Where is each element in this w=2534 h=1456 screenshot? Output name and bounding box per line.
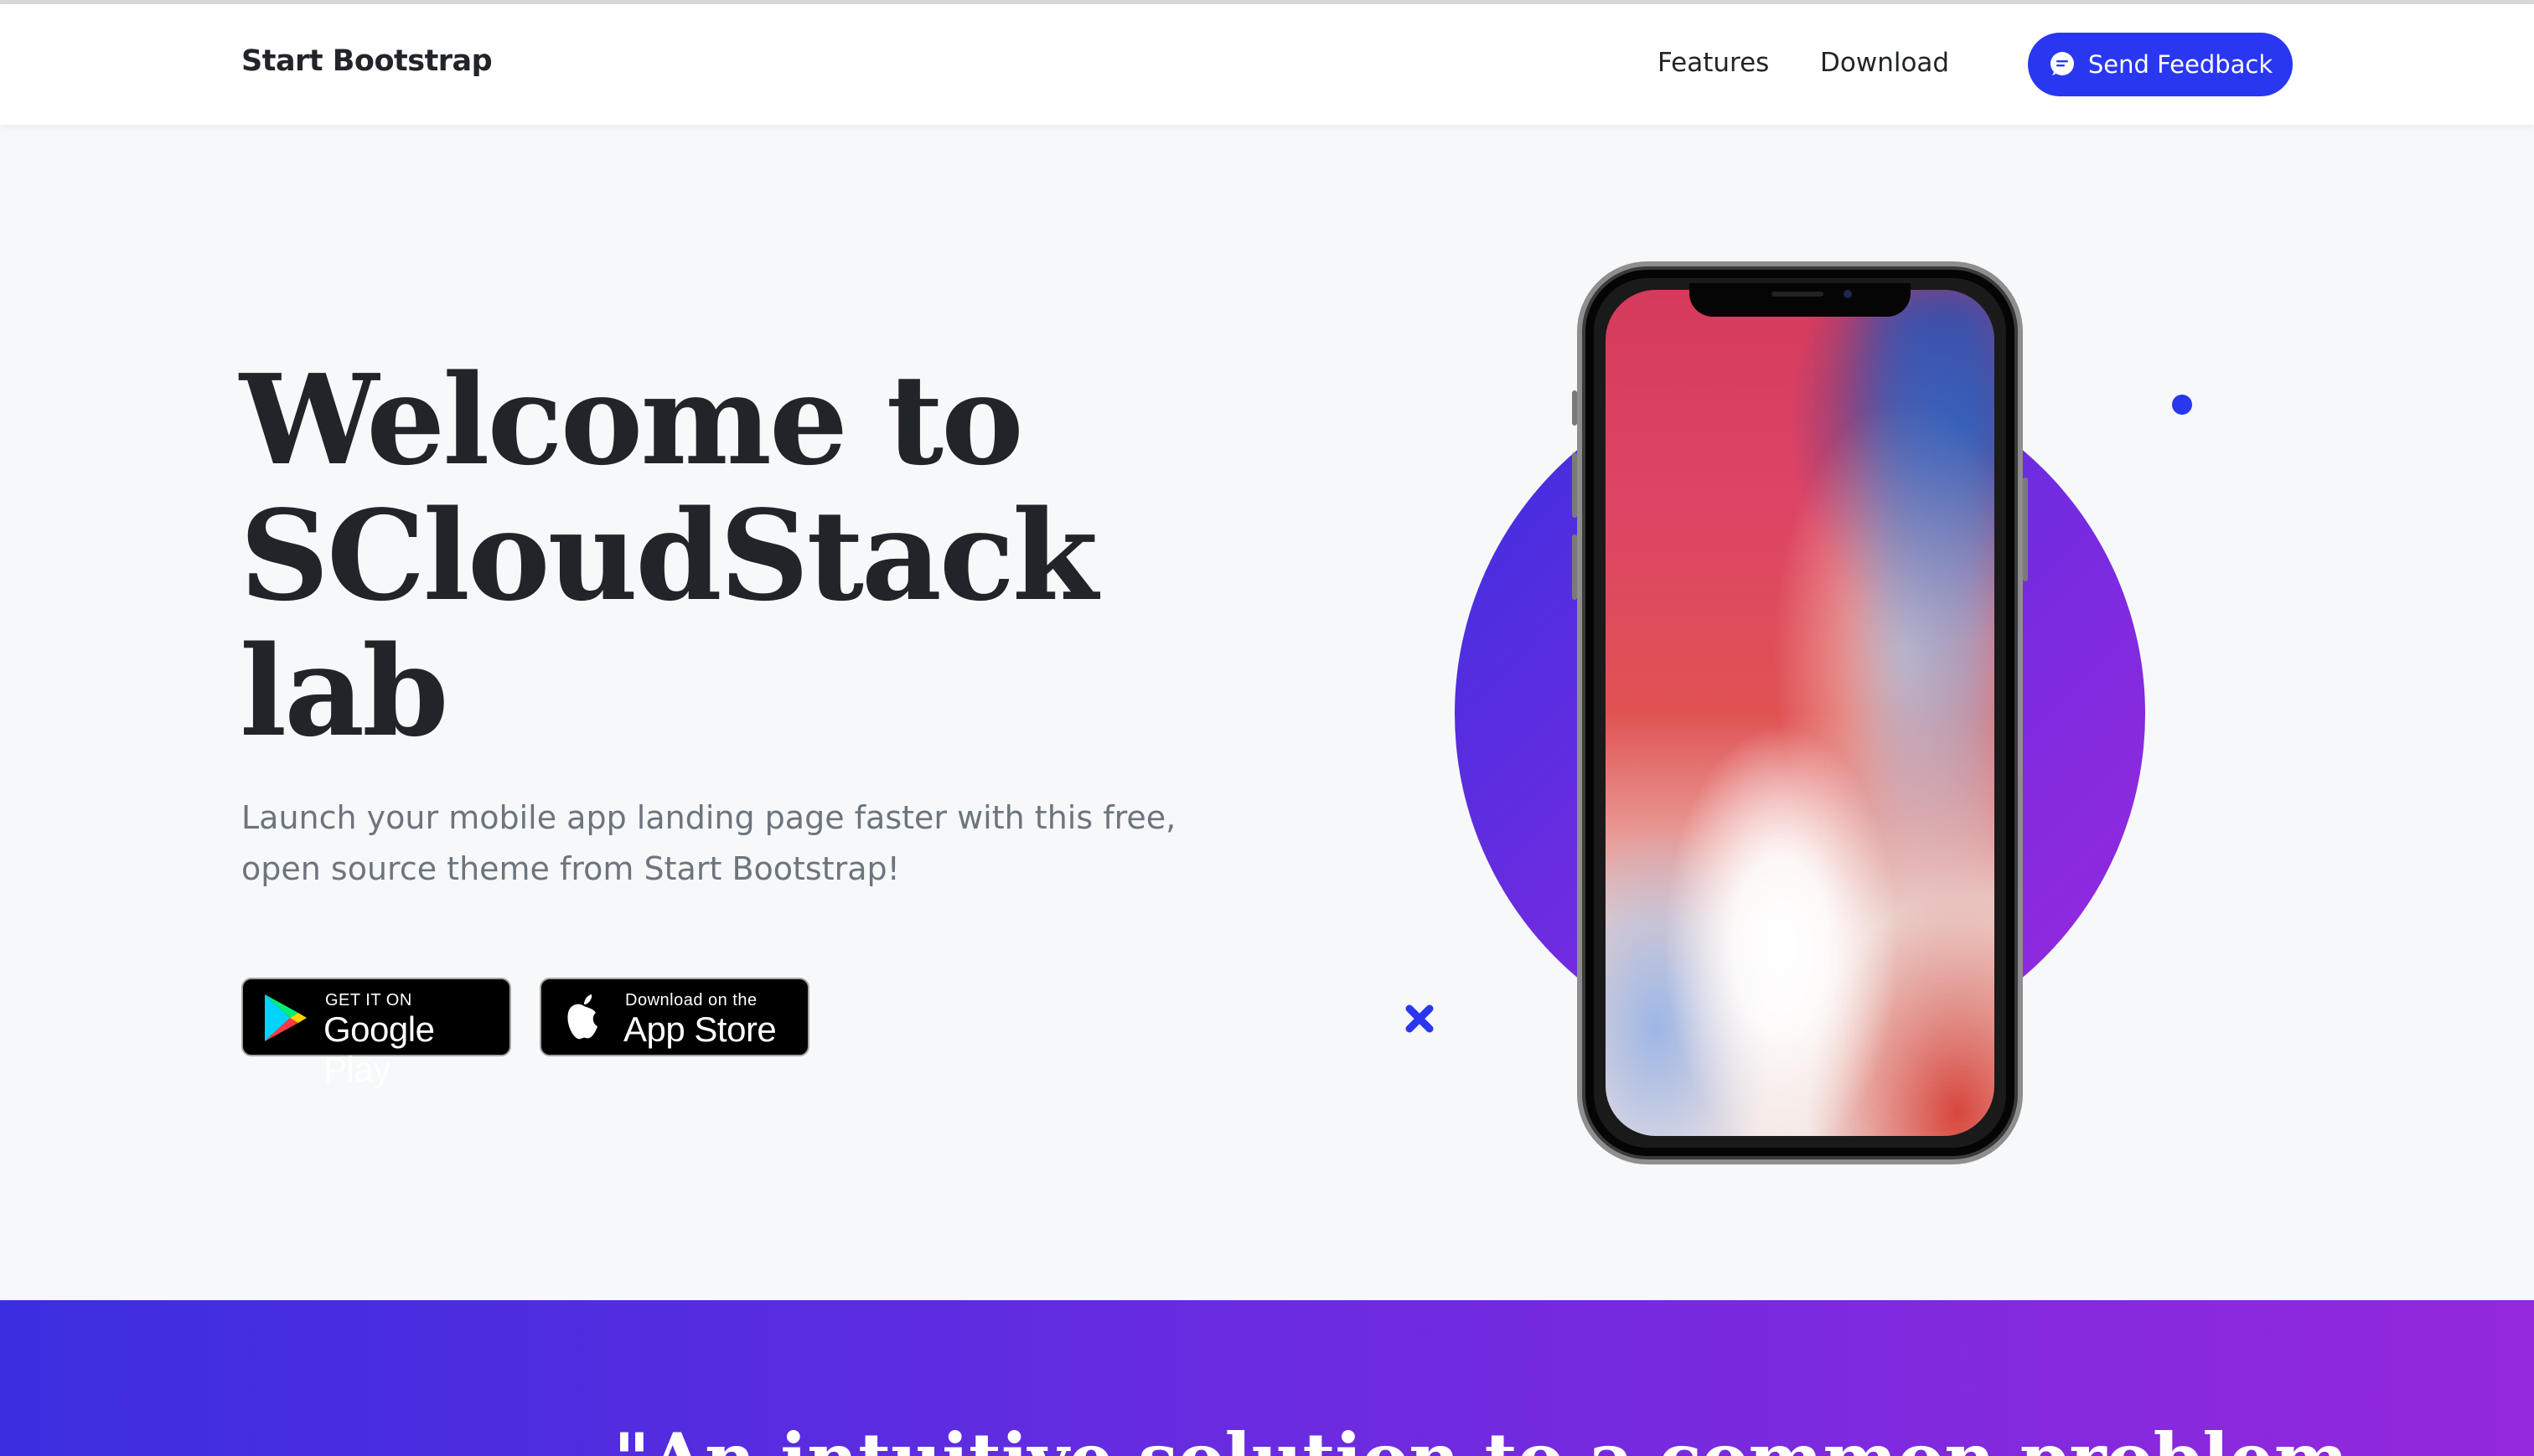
phone-side-button: [1572, 534, 1577, 600]
hero-title-line: SCloudStack: [240, 483, 1098, 628]
phone-mockup: [1572, 261, 2028, 1164]
nav-link-features[interactable]: Features: [1657, 48, 1769, 78]
apple-badge-big-text: App Store: [623, 1009, 777, 1049]
quote-text: "An intuitive solution to a common probl…: [613, 1417, 2349, 1456]
hero-lead-line: open source theme from Start Bootstrap!: [241, 850, 900, 887]
google-play-icon: [265, 994, 307, 1041]
hero-lead-text: Launch your mobile app landing page fast…: [241, 793, 1230, 895]
navbar: Start Bootstrap Features Download Send F…: [0, 4, 2534, 125]
google-play-badge[interactable]: GET IT ON Google Play: [241, 978, 511, 1089]
phone-speaker: [1771, 292, 1823, 297]
phone-side-button: [2023, 478, 2028, 581]
phone-screen-wallpaper: [1606, 290, 1994, 1136]
hero-title-line: Welcome to: [240, 347, 1024, 493]
chat-bubble-icon: [2050, 52, 2074, 75]
quote-section: "An intuitive solution to a common probl…: [0, 1300, 2534, 1456]
hero-lead-line: Launch your mobile app landing page fast…: [241, 799, 1176, 836]
app-store-badge[interactable]: Download on the App Store: [540, 978, 809, 1056]
phone-notch: [1689, 283, 1911, 317]
apple-badge-small-text: Download on the: [625, 991, 758, 1009]
nav-link-download[interactable]: Download: [1820, 48, 1949, 78]
decorative-dot: [2172, 395, 2192, 415]
send-feedback-label: Send Feedback: [2087, 50, 2273, 79]
brand-logo[interactable]: Start Bootstrap: [241, 44, 493, 78]
send-feedback-button[interactable]: Send Feedback: [2028, 33, 2293, 96]
google-badge-big-text: Google Play: [323, 1009, 435, 1089]
phone-side-button: [1572, 390, 1577, 426]
hero-title-line: lab: [240, 618, 449, 764]
close-x-decoration-icon: [1405, 1004, 1434, 1033]
phone-camera: [1844, 290, 1852, 298]
phone-side-button: [1572, 452, 1577, 518]
apple-icon: [567, 994, 597, 1040]
google-badge-small-text: GET IT ON: [325, 991, 412, 1009]
hero-title: Welcome to SCloudStack lab: [240, 352, 1161, 759]
